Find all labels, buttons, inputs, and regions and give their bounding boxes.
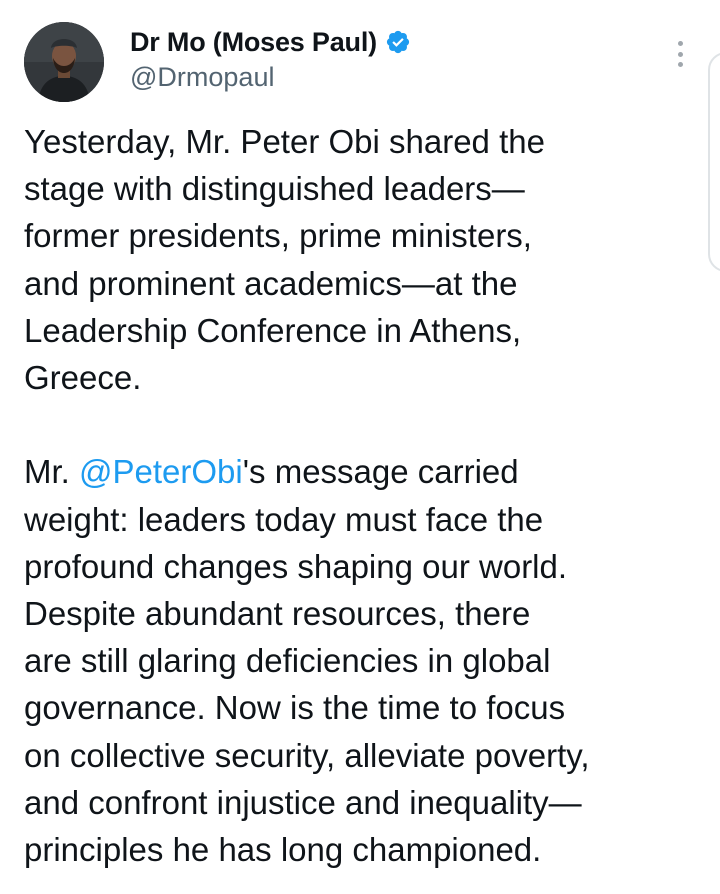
tweet-text-line: stage with distinguished leaders— (24, 170, 525, 208)
tweet-text-line: are still glaring deficiencies in global (24, 642, 551, 680)
mention-link[interactable]: @PeterObi (79, 453, 243, 490)
author-display-name[interactable]: Dr Mo (Moses Paul) (130, 27, 377, 58)
scroll-handle[interactable] (708, 52, 720, 272)
verified-badge-icon[interactable] (385, 29, 411, 55)
tweet-text-line: Leadership Conference in Athens, (24, 311, 522, 349)
paragraph-break (24, 401, 704, 448)
tweet-text-line: former presidents, prime ministers, (24, 217, 532, 255)
tweet-text-line: Mr. @PeterObi's message carried (24, 448, 704, 495)
avatar-photo (24, 22, 104, 102)
tweet-text-line: governance. Now is the time to focus (24, 689, 566, 727)
tweet-card: Dr Mo (Moses Paul) @Drmopaul Yesterday, … (0, 0, 720, 894)
tweet-text-line: principles he has long championed. (24, 831, 542, 869)
tweet-text-line: and confront injustice and inequality— (24, 783, 582, 821)
tweet-text-line: and prominent academics—at the (24, 264, 518, 302)
author-handle[interactable]: @Drmopaul (130, 62, 411, 93)
tweet-text-line: weight: leaders today must face the (24, 500, 544, 538)
tweet-text-line: Yesterday, Mr. Peter Obi shared the (24, 123, 545, 160)
dot-icon (677, 51, 683, 57)
tweet-text-line: Greece. (24, 359, 142, 397)
more-options-icon[interactable] (666, 38, 694, 70)
tweet-text-line: profound changes shaping our world. (24, 547, 568, 585)
tweet-author[interactable]: Dr Mo (Moses Paul) @Drmopaul (130, 26, 411, 93)
dot-icon (677, 41, 683, 46)
tweet-text: Yesterday, Mr. Peter Obi shared the stag… (24, 118, 704, 873)
author-name-row: Dr Mo (Moses Paul) (130, 26, 411, 58)
tweet-text-line: Despite abundant resources, there (24, 595, 531, 633)
text-suffix: 's message carried (242, 453, 519, 491)
avatar[interactable] (24, 22, 104, 102)
dot-icon (677, 62, 683, 67)
tweet-text-line: on collective security, alleviate povert… (24, 736, 590, 774)
text-prefix: Mr. (24, 453, 79, 491)
